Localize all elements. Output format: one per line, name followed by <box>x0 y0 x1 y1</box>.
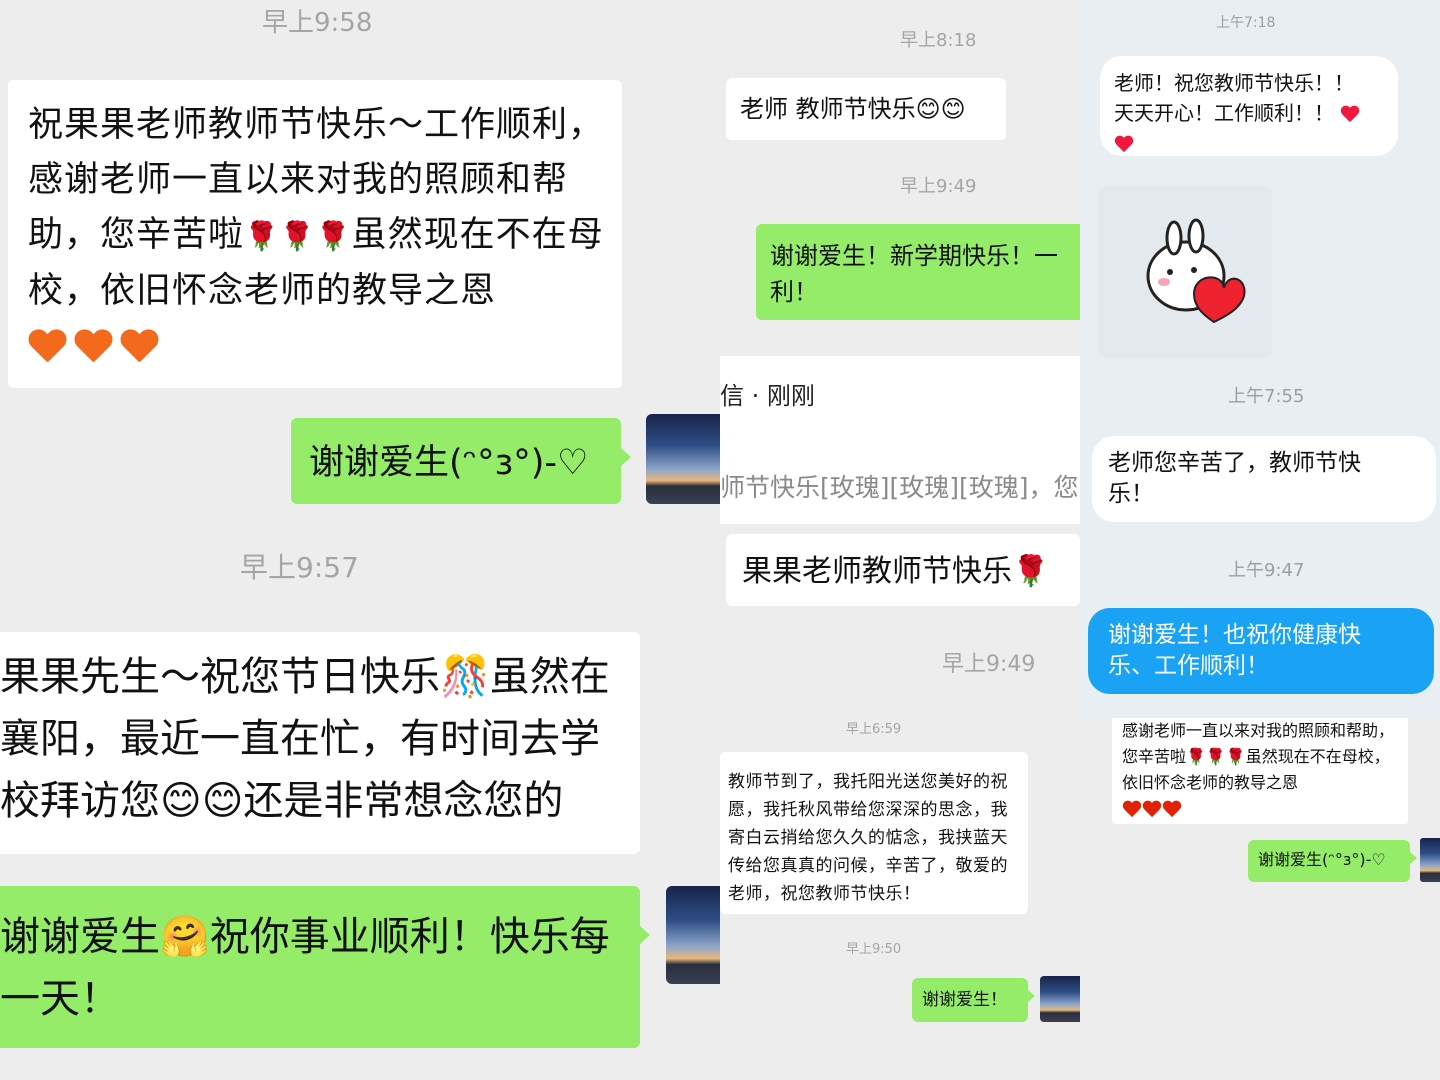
notification-title: 信 · 刚刚 <box>720 382 815 410</box>
timestamp: 早上9:57 <box>240 551 359 584</box>
message-bubble-incoming[interactable]: 果果先生～祝您节日快乐🎊虽然在 襄阳，最近一直在忙，有时间去学 校拜访您😊😊还是… <box>0 632 640 854</box>
rose-emoji: 🌹 <box>315 219 352 253</box>
message-text: 乐！ <box>1108 481 1154 507</box>
timestamp: 上午9:47 <box>1228 560 1305 581</box>
message-text: 校拜访您😊😊还是非常想念您的 <box>0 778 564 824</box>
avatar-sunset[interactable] <box>1040 976 1080 1022</box>
message-text: 果果先生～祝您节日快乐🎊虽然在 <box>0 654 610 700</box>
timestamp: 早上9:49 <box>900 176 977 197</box>
heart-emoji <box>28 330 66 364</box>
message-text: 乐、工作顺利！ <box>1108 653 1269 679</box>
message-bubble-incoming[interactable]: 老师 教师节快乐😊😊 <box>726 78 1006 140</box>
message-text: 老师！祝您教师节快乐！！ <box>1114 71 1354 95</box>
message-text: 祝果果老师教师节快乐～工作顺利，感谢老师一直以来对我的照顾和帮助，您辛苦啦🌹🌹🌹… <box>28 105 605 311</box>
message-bubble-incoming[interactable]: 老师！祝您教师节快乐！！ 天天开心！工作顺利！！ <box>1100 56 1398 156</box>
heart-emoji <box>1142 801 1162 819</box>
notification-card[interactable]: 信 · 刚刚 师节快乐[玫瑰][玫瑰][玫瑰]，您 <box>720 356 1080 524</box>
message-bubble-incoming[interactable]: 祝果果老师教师节快乐～工作顺利，感谢老师一直以来对我的照顾和帮助，您辛苦啦🌹🌹🌹… <box>8 80 622 388</box>
notification-body: 师节快乐[玫瑰][玫瑰][玫瑰]，您 <box>720 473 1079 502</box>
message-text: 谢谢爱生(ᵔ°з°)-♡ <box>309 443 589 483</box>
heart-emoji <box>1114 136 1134 154</box>
message-bubble-outgoing[interactable]: 谢谢爱生🤗祝你事业顺利！快乐每 一天！ <box>0 886 640 1048</box>
message-text: 利！ <box>770 278 818 306</box>
bubble-tail <box>1410 852 1417 864</box>
bubble-tail <box>640 926 650 944</box>
heart-emoji <box>1162 801 1182 819</box>
timestamp: 早上6:59 <box>846 722 902 737</box>
message-bubble-incoming[interactable]: 教师节到了，我托阳光送您美好的祝愿，我托秋风带给您深深的思念，我寄白云捎给您久久… <box>720 752 1028 914</box>
sticker-rabbit-heart[interactable] <box>1098 186 1272 358</box>
message-bubble-outgoing[interactable]: 谢谢爱生(ᵔ°з°)-♡ <box>1248 840 1410 882</box>
message-text: 谢谢爱生！新学期快乐！一 <box>770 242 1058 270</box>
timestamp: 上午7:18 <box>1216 15 1276 31</box>
timestamp: 早上9:50 <box>846 942 902 957</box>
avatar-sunset[interactable] <box>1420 838 1440 882</box>
message-text: 老师您辛苦了，教师节快 <box>1108 450 1361 476</box>
timestamp: 早上8:18 <box>900 30 977 51</box>
chat-panel-left: 早上9:58 祝果果老师教师节快乐～工作顺利，感谢老师一直以来对我的照顾和帮助，… <box>0 0 720 1080</box>
message-text: 谢谢爱生(ᵔ°з°)-♡ <box>1258 850 1386 869</box>
message-text: 老师 教师节快乐😊😊 <box>740 95 966 123</box>
message-bubble-incoming[interactable]: 果果老师教师节快乐🌹 <box>726 534 1080 606</box>
heart-emoji <box>1340 106 1360 124</box>
screenshot-inset: 感谢老师一直以来对我的照顾和帮助，您辛苦啦🌹🌹🌹虽然现在不在母校，依旧怀念老师的… <box>1080 718 1440 1080</box>
message-bubble-outgoing[interactable]: 谢谢爱生(ᵔ°з°)-♡ <box>291 418 621 504</box>
message-text: 一天！ <box>0 976 120 1022</box>
message-bubble-outgoing[interactable]: 谢谢爱生！ <box>912 978 1028 1022</box>
message-bubble-outgoing[interactable]: 谢谢爱生！新学期快乐！一 利！ <box>756 224 1080 320</box>
message-text: 谢谢爱生！ <box>922 990 1007 1010</box>
message-text: 谢谢爱生！也祝你健康快 <box>1108 622 1361 648</box>
message-text: 感谢老师一直以来对我的照顾和帮助，您辛苦啦🌹🌹🌹虽然现在不在母校，依旧怀念老师的… <box>1122 721 1395 792</box>
message-bubble-incoming[interactable]: 感谢老师一直以来对我的照顾和帮助，您辛苦啦🌹🌹🌹虽然现在不在母校，依旧怀念老师的… <box>1112 718 1408 824</box>
bubble-tail <box>621 448 631 466</box>
message-text: 襄阳，最近一直在忙，有时间去学 <box>0 716 600 762</box>
rose-emoji: 🌹 <box>279 219 316 253</box>
chat-panel-middle: 早上8:18 老师 教师节快乐😊😊 早上9:49 谢谢爱生！新学期快乐！一 利！… <box>720 0 1080 1080</box>
message-bubble-incoming[interactable]: 老师您辛苦了，教师节快 乐！ <box>1092 436 1436 522</box>
heart-emoji <box>74 330 112 364</box>
avatar-sunset[interactable] <box>666 886 720 984</box>
message-text: 谢谢爱生🤗祝你事业顺利！快乐每 <box>0 914 610 960</box>
timestamp: 早上9:58 <box>262 8 373 38</box>
timestamp: 早上9:49 <box>942 652 1036 677</box>
message-text: 教师节到了，我托阳光送您美好的祝愿，我托秋风带给您深深的思念，我寄白云捎给您久久… <box>728 772 1008 904</box>
heart-emoji <box>1122 801 1142 819</box>
sticker-rabbit-heart-icon <box>1146 218 1246 324</box>
message-text: 天天开心！工作顺利！！ <box>1114 101 1334 125</box>
rose-emoji: 🌹 <box>244 219 280 253</box>
message-bubble-outgoing[interactable]: 谢谢爱生！也祝你健康快 乐、工作顺利！ <box>1088 608 1434 694</box>
message-text: 果果老师教师节快乐🌹 <box>742 554 1050 589</box>
bubble-tail <box>1028 990 1035 1002</box>
timestamp: 上午7:55 <box>1228 386 1305 407</box>
heart-emoji <box>120 330 158 364</box>
chat-panel-right: 上午7:18 老师！祝您教师节快乐！！ 天天开心！工作顺利！！ 上午7:55 老… <box>1080 0 1440 1080</box>
avatar-sunset[interactable] <box>646 414 720 504</box>
